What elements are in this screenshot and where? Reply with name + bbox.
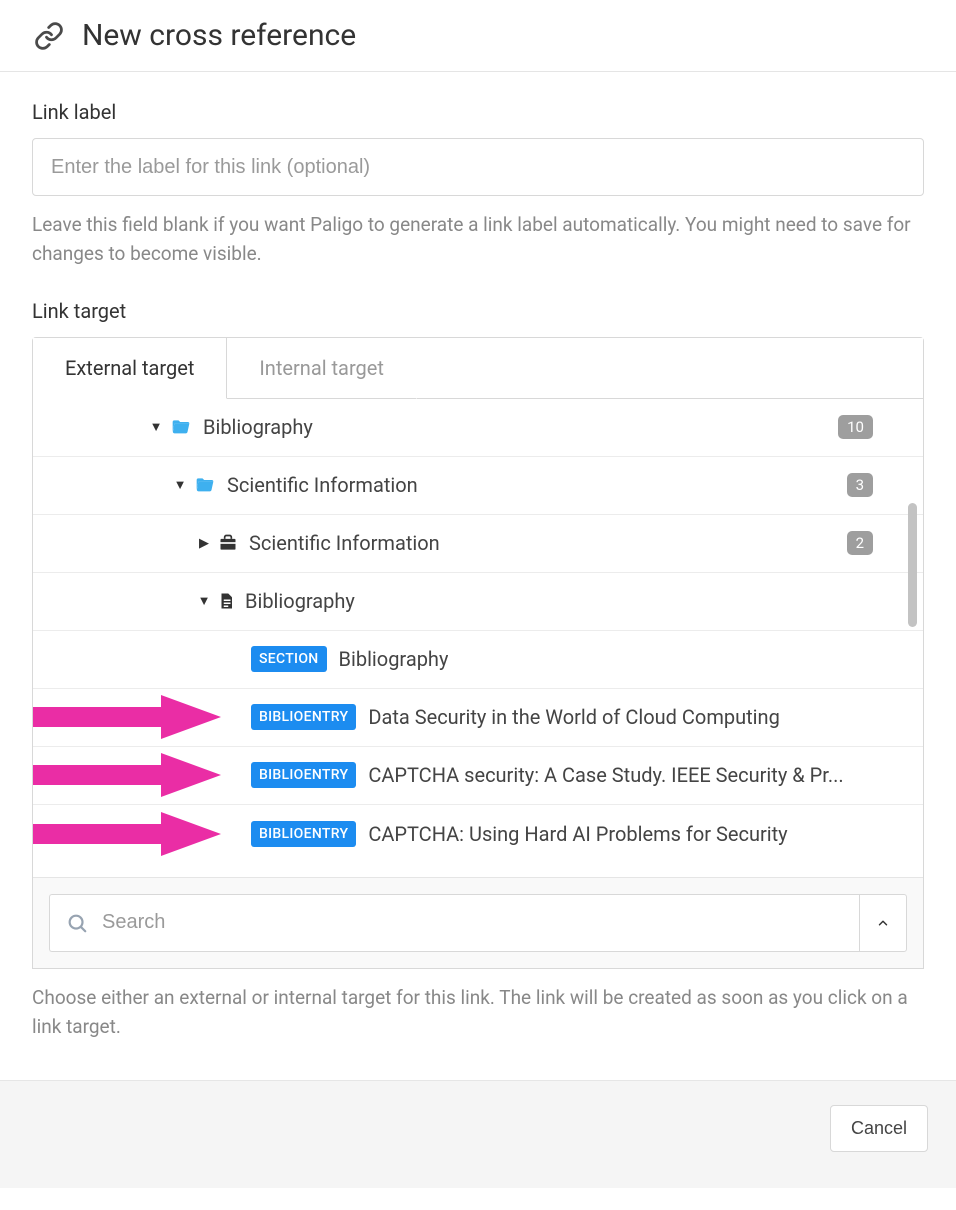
tree-entry[interactable]: SECTION Bibliography (33, 631, 923, 689)
target-tree: ▼ Bibliography 10 ▼ Scientific Information 3 ▶… (33, 399, 923, 877)
folder-open-icon (193, 475, 217, 495)
search-input[interactable] (102, 911, 843, 934)
caret-down-icon[interactable]: ▼ (173, 477, 187, 493)
document-icon (217, 590, 235, 612)
dialog-footer: Cancel (0, 1080, 956, 1188)
tree-row-label: CAPTCHA security: A Case Study. IEEE Sec… (368, 763, 843, 787)
tree-row-label: Bibliography (339, 647, 449, 671)
tree-row-label: Bibliography (245, 589, 355, 613)
entry-type-tag: SECTION (251, 646, 327, 672)
caret-down-icon[interactable]: ▼ (197, 593, 211, 609)
search-input-wrap (49, 894, 859, 952)
link-target-group: Link target External target Internal tar… (32, 299, 924, 1042)
tree-row-label: Bibliography (203, 415, 313, 439)
search-icon (66, 912, 88, 934)
tree-folder[interactable]: ▼ Bibliography 10 (33, 399, 923, 457)
tree-folder[interactable]: ▼ Scientific Information 3 (33, 457, 923, 515)
count-badge: 10 (838, 415, 873, 439)
tree-folder[interactable]: ▶ Scientific Information 2 (33, 515, 923, 573)
briefcase-icon (217, 533, 239, 553)
tree-entry[interactable]: BIBLIOENTRY Data Security in the World of… (33, 689, 923, 747)
tree-entry[interactable]: BIBLIOENTRY CAPTCHA security: A Case Stud… (33, 747, 923, 805)
tree-row-label: Scientific Information (227, 473, 418, 497)
folder-open-icon (169, 417, 193, 437)
target-tabs: External target Internal target ▼ Bibliog… (32, 337, 924, 969)
tree-scrollbar[interactable] (908, 503, 917, 627)
link-label-help: Leave this field blank if you want Palig… (32, 210, 924, 269)
dialog-body: Link label Leave this field blank if you… (0, 72, 956, 1052)
collapse-button[interactable] (859, 894, 907, 952)
caret-down-icon[interactable]: ▼ (149, 419, 163, 435)
cancel-button[interactable]: Cancel (830, 1105, 928, 1152)
annotation-arrow-icon (33, 753, 231, 797)
tab-external-target[interactable]: External target (33, 338, 227, 399)
entry-type-tag: BIBLIOENTRY (251, 762, 356, 788)
entry-type-tag: BIBLIOENTRY (251, 821, 356, 847)
count-badge: 3 (847, 473, 873, 497)
annotation-arrow-icon (33, 812, 231, 856)
link-label-group: Link label Leave this field blank if you… (32, 100, 924, 269)
chevron-up-icon (876, 916, 890, 930)
link-label-input[interactable] (32, 138, 924, 196)
entry-type-tag: BIBLIOENTRY (251, 704, 356, 730)
tree-row-label: Data Security in the World of Cloud Comp… (368, 705, 779, 729)
search-area (33, 877, 923, 968)
link-target-help: Choose either an external or internal ta… (32, 983, 924, 1042)
tab-internal-target[interactable]: Internal target (227, 338, 417, 399)
tree-entry[interactable]: BIBLIOENTRY CAPTCHA: Using Hard AI Proble… (33, 805, 923, 863)
caret-right-icon[interactable]: ▶ (197, 536, 211, 551)
tree-row-label: CAPTCHA: Using Hard AI Problems for Secu… (368, 822, 787, 846)
link-target-label: Link target (32, 299, 924, 323)
dialog-header: New cross reference (0, 0, 956, 72)
dialog-new-cross-reference: New cross reference Link label Leave thi… (0, 0, 956, 1188)
tab-strip: External target Internal target (33, 338, 923, 399)
link-label-label: Link label (32, 100, 924, 124)
annotation-arrow-icon (33, 695, 231, 739)
link-icon (34, 21, 64, 51)
count-badge: 2 (847, 531, 873, 555)
dialog-title: New cross reference (82, 18, 356, 53)
tree-folder[interactable]: ▼ Bibliography (33, 573, 923, 631)
tree-row-label: Scientific Information (249, 531, 440, 555)
